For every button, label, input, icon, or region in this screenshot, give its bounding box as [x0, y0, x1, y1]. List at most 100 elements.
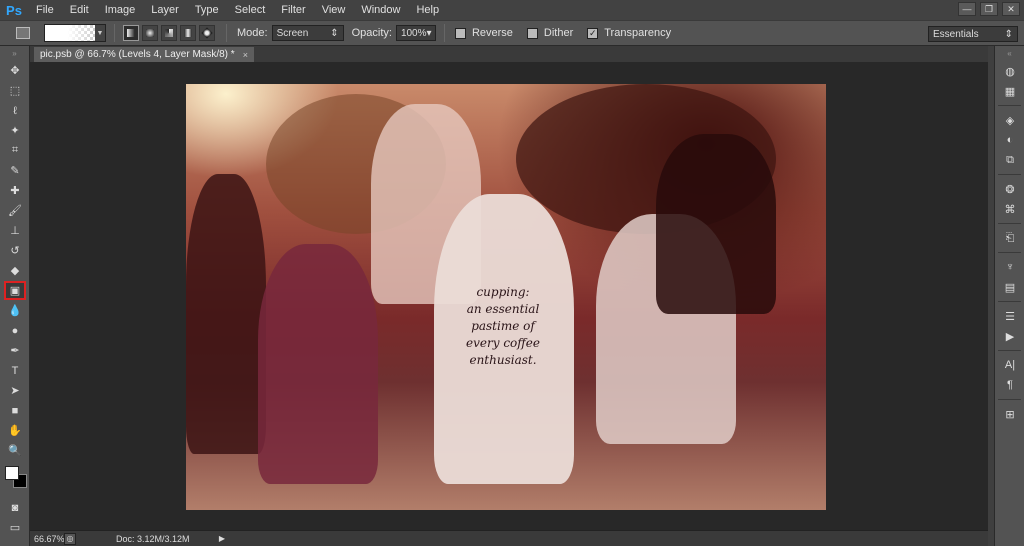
- healing-brush-tool-icon[interactable]: ✚: [4, 181, 26, 200]
- menu-bar: Ps File Edit Image Layer Type Select Fil…: [0, 0, 1024, 20]
- shirt-text-line: an essential: [466, 302, 540, 316]
- opacity-label: Opacity:: [351, 27, 392, 39]
- transparency-label: Transparency: [604, 27, 672, 39]
- path-select-tool-icon[interactable]: ➤: [4, 381, 26, 400]
- quick-select-tool-icon[interactable]: ✦: [4, 121, 26, 140]
- angle-gradient-button[interactable]: [161, 25, 177, 41]
- close-icon[interactable]: ×: [243, 50, 248, 60]
- gradient-tool-icon[interactable]: ▣: [4, 281, 26, 300]
- gradient-swatch[interactable]: [45, 25, 95, 41]
- divider: [998, 174, 1021, 175]
- panel-grip-icon[interactable]: »: [0, 46, 29, 60]
- opacity-field[interactable]: 100% ▾: [395, 25, 436, 41]
- color-panel-icon[interactable]: ◍: [999, 62, 1021, 80]
- mode-value: Screen: [276, 27, 309, 39]
- chevron-updown-icon: ⇕: [330, 27, 339, 39]
- divider: [998, 301, 1021, 302]
- mode-label: Mode:: [237, 27, 268, 39]
- linear-gradient-button[interactable]: [123, 25, 139, 41]
- divider: [443, 24, 445, 42]
- pen-tool-icon[interactable]: ✒: [4, 341, 26, 360]
- menu-window[interactable]: Window: [353, 0, 408, 20]
- layers-panel-icon[interactable]: ◈: [999, 111, 1021, 129]
- foreground-color-swatch[interactable]: [5, 466, 19, 480]
- eraser-tool-icon[interactable]: ◆: [4, 261, 26, 280]
- character-panel-icon[interactable]: A|: [999, 356, 1021, 374]
- collapsed-panels: « ◍ ▦ ◈ ◐ ⧉ ❂ ⌘ ⎗ ♆ ▤ ☰ ▶ A| ¶ ⊞: [994, 46, 1024, 546]
- person-left: [186, 174, 266, 454]
- zoom-level[interactable]: 66.67%: [30, 534, 65, 544]
- document-image[interactable]: cupping: an essential pastime of every c…: [186, 84, 826, 510]
- swatches-panel-icon[interactable]: ▦: [999, 82, 1021, 100]
- document-tab-title: pic.psb @ 66.7% (Levels 4, Layer Mask/8)…: [40, 49, 235, 60]
- marquee-tool-icon[interactable]: ⬚: [4, 81, 26, 100]
- properties-panel-icon[interactable]: ☰: [999, 307, 1021, 325]
- brush-panel-icon[interactable]: ▤: [999, 278, 1021, 296]
- menu-image[interactable]: Image: [97, 0, 144, 20]
- eyedropper-tool-icon[interactable]: ✎: [4, 161, 26, 180]
- close-button[interactable]: ✕: [1002, 2, 1020, 16]
- paragraph-panel-icon[interactable]: ¶: [999, 376, 1021, 394]
- paths-panel-icon[interactable]: ⌘: [999, 200, 1021, 218]
- brush-presets-panel-icon[interactable]: ♆: [999, 258, 1021, 276]
- hand-tool-icon[interactable]: ✋: [4, 421, 26, 440]
- channels-panel-icon[interactable]: ❂: [999, 180, 1021, 198]
- zoom-tool-icon[interactable]: 🔍: [4, 441, 26, 460]
- status-menu-arrow-icon[interactable]: ▶: [216, 533, 228, 545]
- divider: [998, 252, 1021, 253]
- menu-edit[interactable]: Edit: [62, 0, 97, 20]
- quick-mask-icon[interactable]: ◙: [4, 498, 26, 517]
- diamond-gradient-button[interactable]: [199, 25, 215, 41]
- gradient-picker[interactable]: ▼: [44, 24, 106, 42]
- divider: [998, 350, 1021, 351]
- document-tab-bar: pic.psb @ 66.7% (Levels 4, Layer Mask/8)…: [30, 46, 988, 62]
- menu-view[interactable]: View: [314, 0, 354, 20]
- brush-tool-icon[interactable]: 🖌: [4, 201, 26, 220]
- divider: [226, 24, 227, 42]
- move-tool-icon[interactable]: ✥: [4, 61, 26, 80]
- tools-panel: » ✥ ⬚ ℓ ✦ ⌗ ✎ ✚ 🖌 ⊥ ↺ ◆ ▣ 💧 ● ✒ T ➤ ■ ✋ …: [0, 46, 30, 546]
- menu-help[interactable]: Help: [408, 0, 447, 20]
- reflected-gradient-button[interactable]: [180, 25, 196, 41]
- lasso-tool-icon[interactable]: ℓ: [4, 101, 26, 120]
- styles-panel-icon[interactable]: ⧉: [999, 151, 1021, 169]
- tool-preset-picker[interactable]: [8, 23, 38, 43]
- checkmark-icon: ✓: [588, 27, 597, 38]
- shirt-text: cupping: an essential pastime of every c…: [448, 284, 558, 369]
- history-panel-icon[interactable]: ⎗: [999, 229, 1021, 247]
- diamond-gradient-icon: [201, 27, 213, 39]
- radial-gradient-button[interactable]: [142, 25, 158, 41]
- canvas-area[interactable]: cupping: an essential pastime of every c…: [30, 62, 988, 530]
- transparency-checkbox[interactable]: ✓: [587, 27, 599, 39]
- screen-mode-icon[interactable]: ▭: [4, 518, 26, 537]
- chevron-down-icon[interactable]: ▾: [427, 28, 432, 39]
- menu-layer[interactable]: Layer: [143, 0, 187, 20]
- window-controls: — ❐ ✕: [958, 2, 1020, 16]
- shirt-text-line: pastime of: [471, 319, 535, 333]
- reverse-checkbox[interactable]: [454, 27, 466, 39]
- history-brush-tool-icon[interactable]: ↺: [4, 241, 26, 260]
- clone-stamp-tool-icon[interactable]: ⊥: [4, 221, 26, 240]
- panel-grip-icon[interactable]: «: [995, 46, 1024, 60]
- type-tool-icon[interactable]: T: [4, 361, 26, 380]
- menu-file[interactable]: File: [28, 0, 62, 20]
- dither-checkbox[interactable]: [526, 27, 538, 39]
- shape-tool-icon[interactable]: ■: [4, 401, 26, 420]
- menu-type[interactable]: Type: [187, 0, 227, 20]
- mode-select[interactable]: Screen ⇕: [271, 25, 344, 41]
- chevron-down-icon[interactable]: ▼: [95, 25, 105, 41]
- status-info-icon[interactable]: ◎: [64, 532, 76, 545]
- dodge-tool-icon[interactable]: ●: [4, 321, 26, 340]
- workspace-select[interactable]: Essentials ⇕: [928, 26, 1018, 42]
- document-tab[interactable]: pic.psb @ 66.7% (Levels 4, Layer Mask/8)…: [34, 47, 254, 62]
- minimize-button[interactable]: —: [958, 2, 976, 16]
- actions-panel-icon[interactable]: ▶: [999, 327, 1021, 345]
- menu-filter[interactable]: Filter: [273, 0, 313, 20]
- adjustments-panel-icon[interactable]: ◐: [999, 131, 1021, 149]
- blur-tool-icon[interactable]: 💧: [4, 301, 26, 320]
- menu-select[interactable]: Select: [227, 0, 274, 20]
- layer-comps-panel-icon[interactable]: ⊞: [999, 405, 1021, 423]
- restore-button[interactable]: ❐: [980, 2, 998, 16]
- crop-tool-icon[interactable]: ⌗: [4, 141, 26, 160]
- person-right: [656, 134, 776, 314]
